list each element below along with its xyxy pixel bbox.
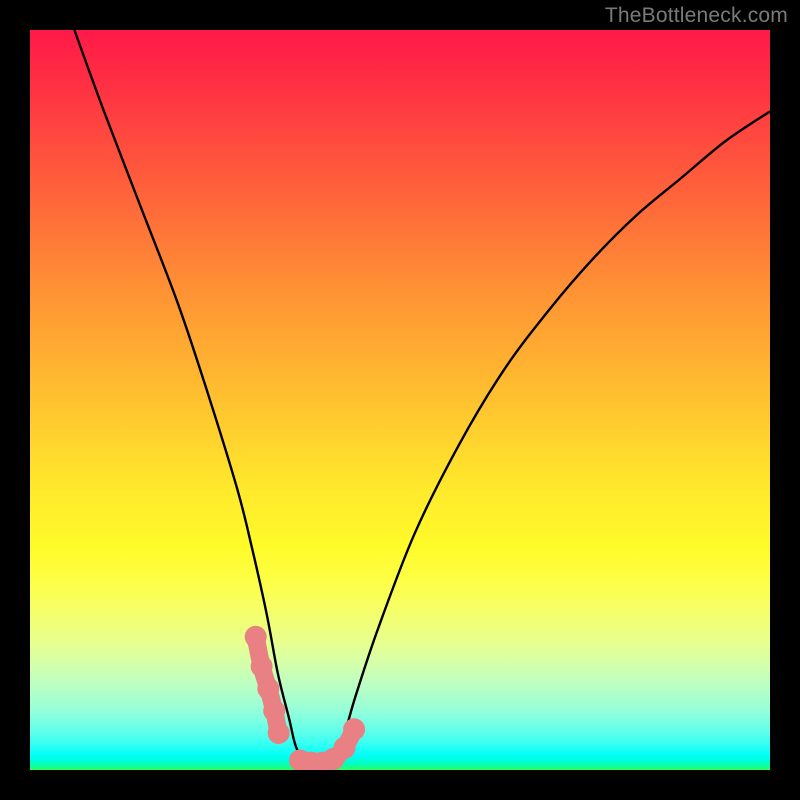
highlight-segment-1 <box>289 718 365 770</box>
chart-frame: TheBottleneck.com <box>0 0 800 800</box>
highlight-bead <box>268 722 290 744</box>
curve-layer <box>30 30 770 770</box>
highlight-bead <box>251 655 273 677</box>
highlight-bead <box>263 700 285 722</box>
bottleneck-curve <box>74 30 770 764</box>
highlight-bead <box>257 678 279 700</box>
highlight-segment-0 <box>245 626 290 744</box>
plot-area <box>30 30 770 770</box>
highlight-bead <box>245 626 267 648</box>
highlight-bead <box>343 718 365 740</box>
watermark-text: TheBottleneck.com <box>605 4 788 28</box>
